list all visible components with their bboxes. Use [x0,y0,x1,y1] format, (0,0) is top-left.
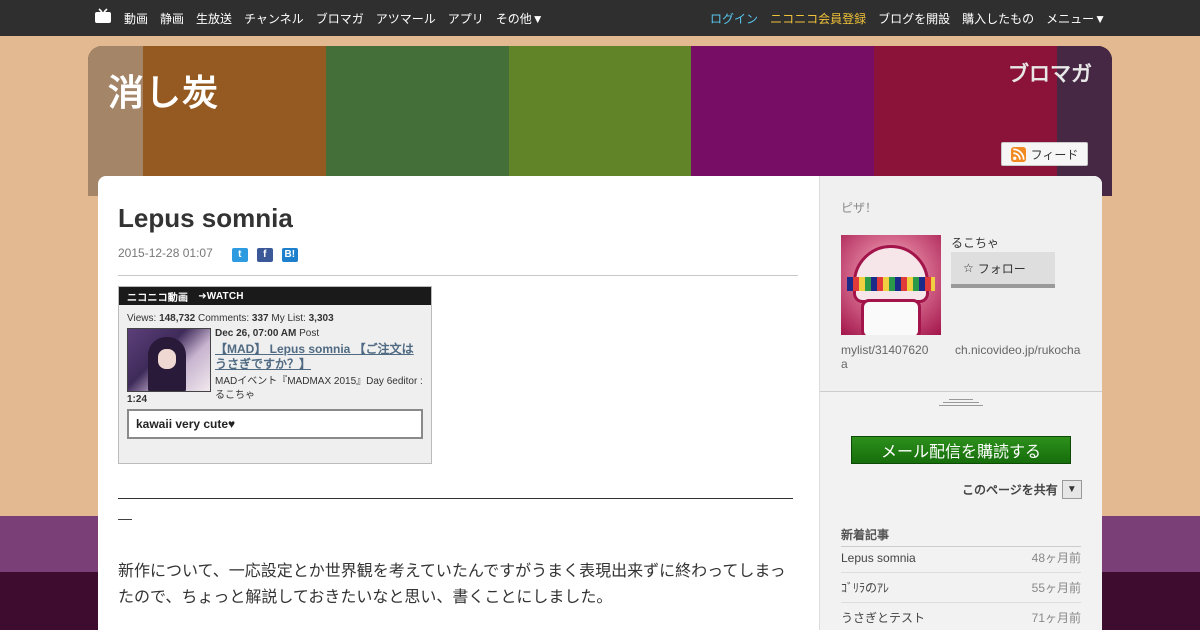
global-nav-links: 動画 静画 生放送 チャンネル ブロマガ アツマール アプリ その他▼ [124,0,544,36]
channel-link[interactable]: ch.nicovideo.jp/rukocha [955,343,1080,357]
nav-link-atsumaru[interactable]: アツマール [376,10,436,27]
video-duration: 1:24 [127,394,148,405]
blog-title[interactable]: 消し炭 [108,64,219,116]
star-icon: ☆ [963,261,974,275]
rss-icon [1010,146,1026,162]
video-top-comment: kawaii very cute♥ [127,409,423,439]
twitter-icon[interactable]: t [231,248,248,262]
recent-article-age: 55ヶ月前 [1031,581,1081,595]
feed-label: フィード [1030,147,1079,162]
watch-label[interactable]: ➜WATCH [198,291,244,302]
share-page-label: このページを共有 [962,483,1058,497]
post-date: 2015-12-28 01:07 [118,245,213,260]
hatena-bookmark-icon[interactable]: B! [281,248,298,262]
avatar-body [861,299,921,335]
register-link[interactable]: ニコニコ会員登録 [770,10,866,27]
recent-article-title[interactable]: ｺﾞﾘﾗのｱﾚ [841,579,889,596]
posted-suffix: Post [299,328,320,339]
header-shade [88,46,1112,196]
login-link[interactable]: ログイン [710,10,758,27]
views-count: 148,732 [159,313,196,324]
niconico-video-embed[interactable]: ニコニコ動画 ➜WATCH Views: 148,732 Comments: 3… [118,286,432,464]
posted-date-value: Dec 26, 07:00 AM [215,328,297,339]
recent-article-title[interactable]: うさぎとテスト [841,609,925,626]
recent-article-item[interactable]: うさぎとテスト 71ヶ月前 [841,603,1081,630]
mylist-link-tail: a [841,357,848,371]
embed-header: ニコニコ動画 ➜WATCH [119,287,431,305]
thumbnail-face [158,349,176,369]
recent-article-age: 48ヶ月前 [1031,551,1081,565]
account-nav-links: ログイン ニコニコ会員登録 ブログを開設 購入したもの メニュー▼ [710,0,1106,36]
facebook-icon[interactable]: f [256,248,273,262]
mylist-count: 3,303 [308,313,334,324]
blog-header: 消し炭 ブロマガ フィード [88,46,1112,196]
share-dropdown-button[interactable]: ▼ [1061,480,1082,499]
video-thumbnail[interactable] [127,328,211,392]
recent-article-title[interactable]: Lepus somnia [841,551,916,565]
sidebar: ピザ！ るこちゃ ☆ フォロー mylist/31407620 a ch.nic… [819,176,1102,630]
sidebar-label: ピザ！ [841,201,878,215]
niconico-brand: ニコニコ動画 [127,292,189,304]
nav-link-video[interactable]: 動画 [124,10,148,27]
feed-button[interactable]: フィード [1001,142,1088,166]
article-content: Lepus somnia 2015-12-28 01:07 t f B! ニコニ… [98,176,819,630]
avatar[interactable] [841,235,941,335]
follow-label: フォロー [977,261,1026,276]
mylist-label: My List: [271,313,306,324]
nav-link-blomaga[interactable]: ブロマガ [316,10,364,27]
video-description: MADイベント『MADMAX 2015』Day 6editor : るこちゃ [215,376,423,401]
body-divider [118,498,793,499]
video-posted-date: Dec 26, 07:00 AM Post [215,328,319,339]
comments-label: Comments: [198,313,250,324]
collapse-grip-icon[interactable] [939,397,983,407]
profile-box: ピザ！ るこちゃ ☆ フォロー mylist/31407620 a ch.nic… [820,176,1102,392]
post-title[interactable]: Lepus somnia [118,203,293,234]
avatar-eye-band [847,277,935,291]
open-blog-link[interactable]: ブログを開設 [878,10,950,27]
niconico-tv-icon[interactable] [94,8,112,25]
nav-link-more[interactable]: その他▼ [496,10,544,27]
recent-article-item[interactable]: ｺﾞﾘﾗのｱﾚ 55ヶ月前 [841,573,1081,603]
post-meta: 2015-12-28 01:07 t f B! [118,243,298,262]
profile-name[interactable]: るこちゃ [951,234,999,251]
nav-link-seiga[interactable]: 静画 [160,10,184,27]
embed-stats: Views: 148,732 Comments: 337 My List: 3,… [127,313,334,324]
dash-line: — [118,510,132,526]
comments-count: 337 [251,313,269,324]
mylist-link[interactable]: mylist/31407620 a [841,343,941,371]
follow-button[interactable]: ☆ フォロー [951,252,1055,288]
title-divider [118,275,798,276]
mylist-link-text: mylist/31407620 [841,343,929,357]
video-title-link[interactable]: 【MAD】 Lepus somnia 【ご注文はうさぎですか？】 [215,342,420,372]
nav-link-app[interactable]: アプリ [448,10,484,27]
menu-dropdown[interactable]: メニュー▼ [1046,10,1106,27]
nav-link-live[interactable]: 生放送 [196,10,232,27]
post-paragraph: 新作について、一応設定とか世界観を考えていたんですがうまく表現出来ずに終わってし… [118,563,786,606]
share-icons: t f B! [231,248,298,262]
mail-subscribe-button[interactable]: メール配信を購読する [851,436,1071,464]
recent-article-age: 71ヶ月前 [1031,611,1081,625]
nav-link-channel[interactable]: チャンネル [244,10,304,27]
purchased-link[interactable]: 購入したもの [962,10,1034,27]
recent-article-item[interactable]: Lepus somnia 48ヶ月前 [841,543,1081,573]
global-nav-bar: 動画 静画 生放送 チャンネル ブロマガ アツマール アプリ その他▼ ログイン… [0,0,1200,36]
views-label: Views: [127,313,157,324]
bromaga-logo[interactable]: ブロマガ [1008,58,1092,88]
share-page-control[interactable]: このページを共有 ▼ [962,480,1082,499]
